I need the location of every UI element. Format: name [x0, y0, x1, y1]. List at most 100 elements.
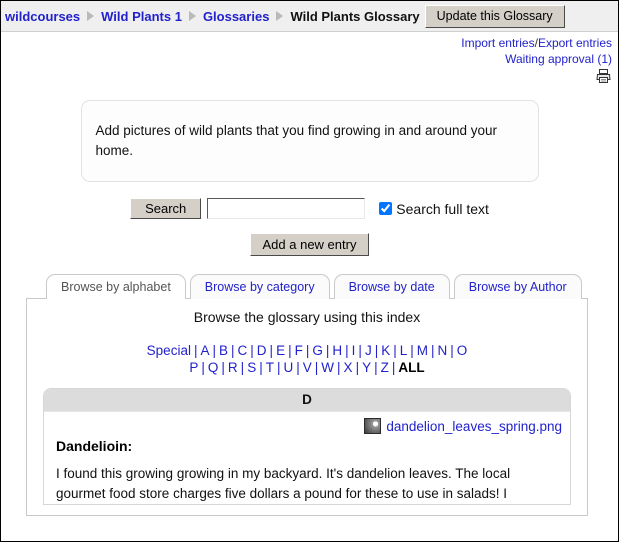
waiting-approval-link[interactable]: Waiting approval (1) [505, 52, 612, 66]
top-links: Import entries/Export entries Waiting ap… [1, 32, 618, 67]
index-letter-v[interactable]: V [303, 360, 312, 375]
index-letter-i[interactable]: I [352, 343, 356, 358]
breadcrumb-item-current: Wild Plants Glossary [290, 8, 420, 24]
index-separator: | [431, 343, 435, 358]
search-input[interactable] [207, 198, 366, 219]
index-letter-y[interactable]: Y [362, 360, 371, 375]
index-separator: | [391, 360, 396, 375]
attachment-link[interactable]: dandelion_leaves_spring.png [386, 419, 562, 434]
index-separator: | [296, 360, 300, 375]
index-letter-o[interactable]: O [457, 343, 468, 358]
index-letter-h[interactable]: H [332, 343, 342, 358]
waiting-approval-line: Waiting approval (1) [1, 51, 612, 67]
index-separator: | [240, 360, 245, 375]
index-letter-c[interactable]: C [238, 343, 248, 358]
entry-term: Dandelioin: [56, 438, 133, 455]
index-letter-d[interactable]: D [257, 343, 267, 358]
entry-letter-heading: D [44, 389, 570, 412]
index-letter-r[interactable]: R [228, 360, 238, 375]
index-letter-a[interactable]: A [200, 343, 209, 358]
index-letter-e[interactable]: E [276, 343, 285, 358]
chevron-right-icon [87, 11, 95, 21]
index-separator: | [193, 343, 198, 358]
index-separator: | [314, 360, 319, 375]
image-thumbnail-icon [364, 418, 382, 435]
index-letters-row-2: P | Q | R | S | T | U | V | W | X | Y | Z | ALL [35, 359, 579, 376]
entry-box: D dandelion_leaves_spring.png Dandelioin… [43, 388, 571, 506]
index-panel: Browse the glossary using this index Spe… [26, 298, 588, 517]
add-a-new-entry-button[interactable]: Add a new entry [249, 233, 370, 256]
index-letter-s[interactable]: S [247, 360, 256, 375]
search-button[interactable]: Search [130, 198, 202, 219]
print-row [1, 67, 618, 88]
breadcrumb-item-wildcourses[interactable]: wildcourses [5, 9, 80, 24]
index-separator: | [250, 343, 254, 358]
index-separator: | [450, 343, 454, 358]
import-entries-link[interactable]: Import entries [461, 36, 534, 50]
index-letters: Special | A | B | C | D | E | F | G | H | I | J | K | L | M | N | O P |… [35, 342, 579, 376]
index-separator: | [410, 343, 414, 358]
index-letter-b[interactable]: B [219, 343, 228, 358]
tab-browse-by-alphabet[interactable]: Browse by alphabet [46, 274, 186, 299]
index-letter-g[interactable]: G [312, 343, 323, 358]
entry-attachment-row: dandelion_leaves_spring.png [44, 412, 570, 435]
chevron-right-icon [276, 11, 284, 21]
index-letter-p[interactable]: P [189, 360, 198, 375]
index-title: Browse the glossary using this index [193, 309, 421, 325]
index-letters-row-1: Special | A | B | C | D | E | F | G | H | I | J | K | L | M | N | O [35, 342, 579, 359]
index-letter-l[interactable]: L [400, 343, 408, 358]
description-section: Add pictures of wild plants that you fin… [1, 100, 618, 182]
index-separator: | [393, 343, 397, 358]
navbar: wildcourses Wild Plants 1 Glossaries Wil… [1, 1, 618, 32]
index-separator: | [374, 343, 379, 358]
chevron-right-icon [188, 11, 196, 21]
index-letter-m[interactable]: M [417, 343, 428, 358]
index-letter-w[interactable]: W [321, 360, 334, 375]
import-export-line: Import entries/Export entries [1, 35, 612, 51]
index-separator: | [325, 343, 330, 358]
index-separator: | [221, 360, 225, 375]
index-separator: | [337, 360, 341, 375]
index-letter-x[interactable]: X [344, 360, 353, 375]
index-separator: | [305, 343, 310, 358]
index-separator: | [355, 360, 360, 375]
index-separator: | [345, 343, 349, 358]
index-letter-special[interactable]: Special [147, 343, 191, 358]
index-separator: | [212, 343, 216, 358]
add-entry-row: Add a new entry [1, 233, 618, 256]
search-fulltext-text: Search full text [396, 200, 489, 217]
index-separator: | [259, 360, 263, 375]
glossary-page: wildcourses Wild Plants 1 Glossaries Wil… [0, 0, 619, 542]
index-letter-f[interactable]: F [295, 343, 303, 358]
index-separator: | [269, 343, 274, 358]
search-fulltext-label[interactable]: Search full text [379, 201, 489, 217]
index-separator: | [374, 360, 378, 375]
breadcrumb-item-wild-plants-1[interactable]: Wild Plants 1 [101, 9, 182, 24]
entry-definition: I found this growing growing in my backy… [56, 466, 511, 502]
export-entries-link[interactable]: Export entries [538, 36, 612, 50]
tab-browse-by-category[interactable]: Browse by category [189, 274, 330, 299]
search-fulltext-checkbox[interactable] [379, 202, 393, 215]
index-letter-t[interactable]: T [266, 360, 274, 375]
search-row: Search Search full text [1, 198, 618, 219]
index-separator: | [231, 343, 235, 358]
index-letter-u[interactable]: U [283, 360, 293, 375]
browse-tabs: Browse by alphabet Browse by category Br… [1, 273, 618, 299]
index-letter-z[interactable]: Z [381, 360, 389, 375]
index-separator: | [201, 360, 205, 375]
index-letter-q[interactable]: Q [208, 360, 219, 375]
breadcrumb: wildcourses Wild Plants 1 Glossaries Wil… [5, 9, 420, 24]
index-letter-j[interactable]: J [365, 343, 372, 358]
tab-browse-by-date[interactable]: Browse by date [333, 274, 450, 299]
index-separator: | [276, 360, 281, 375]
index-letter-k[interactable]: K [381, 343, 390, 358]
update-this-glossary-button[interactable]: Update this Glossary [424, 4, 565, 28]
glossary-description: Add pictures of wild plants that you fin… [80, 100, 539, 182]
index-letter-all: ALL [398, 360, 425, 375]
index-separator: | [358, 343, 362, 358]
tab-browse-by-author[interactable]: Browse by Author [453, 274, 582, 299]
index-letter-n[interactable]: N [438, 343, 448, 358]
breadcrumb-item-glossaries[interactable]: Glossaries [203, 9, 270, 24]
printer-icon[interactable] [595, 68, 612, 87]
index-separator: | [288, 343, 292, 358]
